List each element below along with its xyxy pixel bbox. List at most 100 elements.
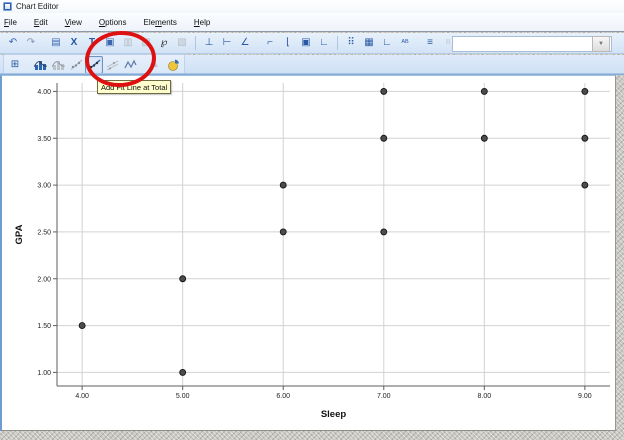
image-tool-icon: ▧ (177, 37, 187, 48)
title-bar: Chart Editor (0, 0, 624, 13)
chart-pane[interactable]: 4.00 5.00 6.00 7.00 8.00 9.00 1.00 1.50 2.00 2.50… (0, 75, 616, 431)
frame-bottom-icon[interactable]: ⌊ (279, 34, 297, 52)
inner-frame-icon[interactable]: ▣ (297, 34, 315, 52)
frame-corner-icon: ∟ (319, 37, 329, 48)
transpose-ab-icon: AB (401, 39, 409, 46)
grid-filled-icon[interactable]: ▦ (360, 34, 378, 52)
elements-toolbar: ⊞ ▲ (0, 54, 624, 76)
insert-text-icon: T (88, 37, 96, 48)
swap-axes-icon: ∠ (240, 37, 250, 48)
transpose-ab-icon[interactable]: AB (396, 34, 414, 52)
x-tick-label: 7.00 (377, 393, 391, 400)
vbar-chart-icon: ||| (445, 39, 451, 46)
combo-dropdown-button[interactable]: ▼ (592, 36, 610, 52)
explode-slice-icon[interactable] (164, 56, 182, 74)
x-tick-label: 9.00 (578, 393, 592, 400)
frame-top-icon[interactable]: ⌐ (261, 34, 279, 52)
y-tick-label: 4.00 (37, 89, 51, 96)
y-tick-label: 1.50 (37, 323, 51, 330)
y-tick-label: 3.00 (37, 183, 51, 190)
data-point[interactable] (581, 181, 589, 189)
axes-corner-icon: ∟ (382, 37, 392, 48)
swap-axes-icon[interactable]: ∠ (236, 34, 254, 52)
annotation-icon[interactable]: ▣ (101, 34, 119, 52)
properties-icon[interactable]: ▤ (47, 34, 65, 52)
data-point[interactable] (480, 87, 488, 95)
fit-line-alt-icon[interactable] (67, 56, 85, 74)
data-label-mode-icon[interactable]: ⊞ (6, 56, 24, 74)
menu-view[interactable]: View (65, 18, 82, 27)
lasso-select-icon: ℘ (160, 37, 168, 48)
y-tick-label: 2.00 (37, 276, 51, 283)
menu-elements[interactable]: Elements (144, 18, 177, 27)
x-tick-label: 4.00 (75, 393, 89, 400)
y-axis-title: GPA (14, 224, 25, 244)
properties-icon: ▤ (51, 37, 61, 48)
grid-filled-icon: ▦ (364, 37, 374, 48)
delete-x-icon[interactable]: X (65, 34, 83, 52)
frame-bottom-icon: ⌊ (286, 37, 290, 48)
paste-icon[interactable]: ▨ (137, 34, 155, 52)
data-point[interactable] (179, 368, 187, 376)
scatter-chart: 4.00 5.00 6.00 7.00 8.00 9.00 1.00 1.50 2.00 2.50… (14, 83, 610, 420)
frame-corner-icon[interactable]: ∟ (315, 34, 333, 52)
delete-x-icon: X (70, 37, 78, 48)
add-reference-area-icon[interactable]: ▲ (146, 56, 164, 74)
add-histogram-icon[interactable] (31, 56, 49, 74)
menu-bar: File Edit View Options Elements Help (0, 13, 624, 32)
lasso-select-icon[interactable]: ℘ (155, 34, 173, 52)
y-tick-label: 1.00 (37, 370, 51, 377)
data-point[interactable] (380, 228, 388, 236)
menu-help[interactable]: Help (194, 18, 210, 27)
grid-dots-icon[interactable]: ⠿ (342, 34, 360, 52)
tooltip: Add Fit Line at Total (97, 80, 172, 94)
add-interpolation-line-icon[interactable] (121, 56, 139, 74)
data-point[interactable] (179, 275, 187, 283)
app-icon (3, 2, 12, 11)
frame-top-icon: ⌐ (267, 37, 273, 48)
copy-chart-icon[interactable]: ▥ (119, 34, 137, 52)
paste-icon: ▨ (141, 37, 151, 48)
image-tool-icon[interactable]: ▧ (173, 34, 191, 52)
data-point[interactable] (380, 87, 388, 95)
add-reference-area-icon: ▲ (150, 59, 160, 70)
hbar-chart-icon: ≡ (427, 37, 433, 48)
menu-edit[interactable]: Edit (34, 18, 48, 27)
data-point[interactable] (380, 134, 388, 142)
chevron-down-icon: ▼ (598, 41, 604, 47)
y-axis-scale-icon[interactable]: ⊥ (200, 34, 218, 52)
data-point[interactable] (480, 134, 488, 142)
axes-corner-icon[interactable]: ∟ (378, 34, 396, 52)
data-label-mode-icon: ⊞ (10, 59, 20, 70)
insert-text-icon[interactable]: T (83, 34, 101, 52)
grid-dots-icon: ⠿ (347, 37, 355, 48)
data-point[interactable] (581, 87, 589, 95)
add-grouped-histogram-icon[interactable] (49, 56, 67, 74)
toolbar-separator (195, 36, 196, 50)
menu-file[interactable]: File (4, 18, 17, 27)
copy-chart-icon: ▥ (123, 37, 133, 48)
x-axis-scale-icon: ⊢ (222, 37, 232, 48)
data-point[interactable] (279, 228, 287, 236)
add-fit-line-total-icon[interactable] (85, 56, 103, 74)
tooltip-text: Add Fit Line at Total (101, 82, 168, 92)
data-point[interactable] (78, 322, 86, 330)
x-tick-label: 5.00 (176, 393, 190, 400)
style-combo[interactable]: ▼ (452, 36, 612, 52)
x-tick-label: 8.00 (478, 393, 492, 400)
undo-icon[interactable]: ↶ (4, 34, 22, 52)
data-point[interactable] (581, 134, 589, 142)
y-tick-label: 3.50 (37, 136, 51, 143)
x-axis-title: Sleep (321, 409, 347, 420)
hbar-chart-icon[interactable]: ≡ (421, 34, 439, 52)
redo-icon: ↷ (26, 37, 36, 48)
redo-icon[interactable]: ↷ (22, 34, 40, 52)
add-fit-line-subgroups-icon[interactable] (103, 56, 121, 74)
inner-frame-icon: ▣ (301, 37, 311, 48)
x-axis-scale-icon[interactable]: ⊢ (218, 34, 236, 52)
toolbar-separator (337, 36, 338, 50)
menu-options[interactable]: Options (99, 18, 127, 27)
annotation-icon: ▣ (105, 37, 115, 48)
data-point[interactable] (279, 181, 287, 189)
y-tick-label: 2.50 (37, 229, 51, 236)
